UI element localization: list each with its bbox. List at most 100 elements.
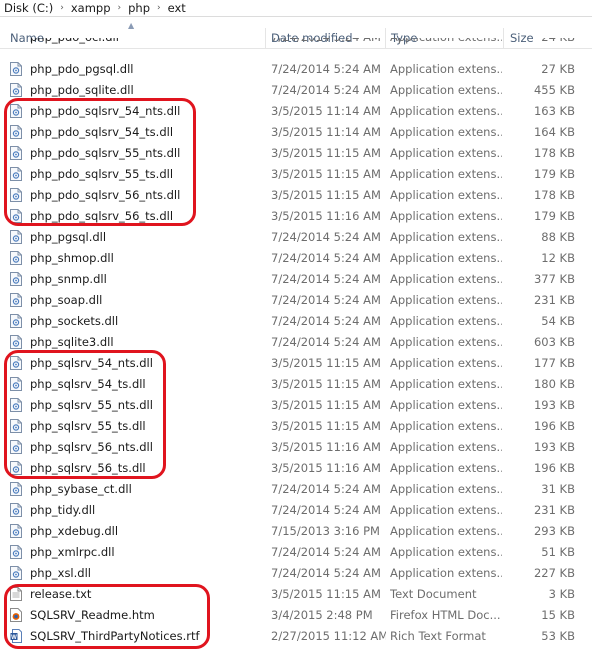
file-row[interactable]: php_sqlsrv_54_ts.dll 3/5/2015 11:15 AM App… xyxy=(0,374,592,395)
chevron-right-icon[interactable]: › xyxy=(55,3,69,13)
file-row[interactable]: php_xsl.dll 7/24/2014 5:24 AM Application … xyxy=(0,563,592,584)
file-date: 3/4/2015 2:48 PM xyxy=(271,608,373,622)
file-name: php_pdo_sqlsrv_54_nts.dll xyxy=(30,104,181,118)
dll-icon xyxy=(10,293,22,307)
file-type: Application extens... xyxy=(390,524,502,538)
file-row[interactable]: php_xmlrpc.dll 7/24/2014 5:24 AM Applicati… xyxy=(0,542,592,563)
file-type: Application extens... xyxy=(390,356,502,370)
file-type: Application extens... xyxy=(390,440,502,454)
file-name: php_pdo_sqlsrv_55_ts.dll xyxy=(30,167,174,181)
file-row[interactable]: php_sqlsrv_56_nts.dll 3/5/2015 11:16 AM Ap… xyxy=(0,437,592,458)
file-row[interactable]: php_pdo_sqlite.dll 7/24/2014 5:24 AM Appli… xyxy=(0,80,592,101)
file-type: Application extens... xyxy=(390,167,502,181)
file-row[interactable]: php_pdo_sqlsrv_56_nts.dll 3/5/2015 11:15 … xyxy=(0,185,592,206)
breadcrumb-disk[interactable]: Disk (C:) xyxy=(2,1,55,15)
breadcrumb-ext[interactable]: ext xyxy=(166,1,188,15)
file-type: Application extens... xyxy=(390,293,502,307)
file-date: 3/5/2015 11:16 AM xyxy=(271,461,381,475)
file-row[interactable]: php_sybase_ct.dll 7/24/2014 5:24 AM Applic… xyxy=(0,479,592,500)
file-type: Application extens... xyxy=(390,377,502,391)
dll-icon xyxy=(10,461,22,475)
file-date: 3/5/2015 11:16 AM xyxy=(271,209,381,223)
file-name: php_sockets.dll xyxy=(30,314,119,328)
dll-icon xyxy=(10,503,22,517)
file-row[interactable]: php_pdo_sqlsrv_54_nts.dll 3/5/2015 11:14 … xyxy=(0,101,592,122)
file-row[interactable]: php_pdo_sqlsrv_55_ts.dll 3/5/2015 11:15 A… xyxy=(0,164,592,185)
dll-icon xyxy=(10,62,22,76)
word-rtf-icon: W xyxy=(10,629,22,643)
file-size: 27 KB xyxy=(541,62,575,76)
file-row[interactable]: php_soap.dll 7/24/2014 5:24 AM Application… xyxy=(0,290,592,311)
file-name: php_sqlsrv_55_ts.dll xyxy=(30,419,146,433)
dll-icon xyxy=(10,314,22,328)
file-row[interactable]: php_sqlsrv_54_nts.dll 3/5/2015 11:15 AM Ap… xyxy=(0,353,592,374)
file-row[interactable]: php_pdo_pgsql.dll 7/24/2014 5:24 AM Applic… xyxy=(0,59,592,80)
file-row[interactable]: php_pdo_sqlsrv_55_nts.dll 3/5/2015 11:15 … xyxy=(0,143,592,164)
file-date: 3/5/2015 11:15 AM xyxy=(271,398,381,412)
file-name: SQLSRV_Readme.htm xyxy=(30,608,155,622)
file-row[interactable]: php_sqlsrv_56_ts.dll 3/5/2015 11:16 AM App… xyxy=(0,458,592,479)
file-row[interactable]: release.txt 3/5/2015 11:15 AM Text Documen… xyxy=(0,584,592,605)
chevron-right-icon[interactable]: › xyxy=(113,3,127,13)
file-date: 3/5/2015 11:15 AM xyxy=(271,356,381,370)
file-date: 7/24/2014 5:24 AM xyxy=(271,83,381,97)
file-name: php_xmlrpc.dll xyxy=(30,545,115,559)
file-row[interactable]: php_sockets.dll 7/24/2014 5:24 AM Applicat… xyxy=(0,311,592,332)
breadcrumb-php[interactable]: php xyxy=(126,1,152,15)
file-date: 3/5/2015 11:16 AM xyxy=(271,440,381,454)
file-type: Firefox HTML Doc... xyxy=(390,608,501,622)
file-size: 12 KB xyxy=(541,251,575,265)
file-date: 7/24/2014 5:24 AM xyxy=(271,230,381,244)
file-type: Application extens... xyxy=(390,125,502,139)
file-size: 227 KB xyxy=(533,566,575,580)
file-size: 53 KB xyxy=(541,629,575,643)
file-size: 15 KB xyxy=(541,608,575,622)
file-type: Application extens... xyxy=(390,251,502,265)
file-size: 603 KB xyxy=(533,335,575,349)
file-row[interactable]: php_pgsql.dll 7/24/2014 5:24 AM Applicatio… xyxy=(0,227,592,248)
file-type: Application extens... xyxy=(390,62,502,76)
breadcrumb-xampp[interactable]: xampp xyxy=(69,1,113,15)
file-date: 7/24/2014 5:24 AM xyxy=(271,482,381,496)
dll-icon xyxy=(10,356,22,370)
file-size: 51 KB xyxy=(541,545,575,559)
file-type: Application extens... xyxy=(390,503,502,517)
file-size: 88 KB xyxy=(541,230,575,244)
partial-file-row[interactable]: php_pdo_oci.dll 7/24/2014 5:24 AM Applic… xyxy=(0,38,592,48)
dll-icon xyxy=(10,524,22,538)
file-row[interactable]: php_sqlite3.dll 7/24/2014 5:24 AM Applicat… xyxy=(0,332,592,353)
file-name: php_sqlsrv_56_nts.dll xyxy=(30,440,153,454)
dll-icon xyxy=(10,230,22,244)
dll-icon xyxy=(10,440,22,454)
file-size: 164 KB xyxy=(533,125,575,139)
file-type: Application extens... xyxy=(390,272,502,286)
file-row[interactable]: php_xdebug.dll 7/15/2013 3:16 PM Applicati… xyxy=(0,521,592,542)
file-row[interactable]: php_pdo_sqlsrv_54_ts.dll 3/5/2015 11:14 A… xyxy=(0,122,592,143)
file-row[interactable]: W SQLSRV_ThirdPartyNotices.rtf 2/27/2015 1… xyxy=(0,626,592,647)
file-name: release.txt xyxy=(30,587,92,601)
file-date: 7/24/2014 5:24 AM xyxy=(271,251,381,265)
file-row[interactable]: php_snmp.dll 7/24/2014 5:24 AM Application… xyxy=(0,269,592,290)
file-row[interactable]: php_tidy.dll 7/24/2014 5:24 AM Application… xyxy=(0,500,592,521)
file-row[interactable]: php_pdo_sqlsrv_56_ts.dll 3/5/2015 11:16 A… xyxy=(0,206,592,227)
dll-icon xyxy=(10,482,22,496)
chevron-right-icon[interactable]: › xyxy=(152,3,166,13)
file-name: php_xdebug.dll xyxy=(30,524,119,538)
file-row[interactable]: php_sqlsrv_55_ts.dll 3/5/2015 11:15 AM App… xyxy=(0,416,592,437)
dll-icon xyxy=(10,419,22,433)
file-row[interactable]: php_shmop.dll 7/24/2014 5:24 AM Applicatio… xyxy=(0,248,592,269)
file-name: php_pgsql.dll xyxy=(30,230,107,244)
file-type: Application extens... xyxy=(390,461,502,475)
file-name: php_pdo_pgsql.dll xyxy=(30,62,134,76)
dll-icon xyxy=(10,188,22,202)
file-date: 7/24/2014 5:24 AM xyxy=(271,38,386,48)
file-size: 24 KB xyxy=(505,38,575,48)
file-name: php_sqlite3.dll xyxy=(30,335,114,349)
dll-icon xyxy=(10,146,22,160)
address-breadcrumb[interactable]: Disk (C:) › xampp › php › ext xyxy=(0,0,592,17)
file-row[interactable]: SQLSRV_Readme.htm 3/4/2015 2:48 PM Firefox… xyxy=(0,605,592,626)
file-date: 7/24/2014 5:24 AM xyxy=(271,314,381,328)
file-type: Application extens... xyxy=(390,314,502,328)
file-row[interactable]: php_sqlsrv_55_nts.dll 3/5/2015 11:15 AM Ap… xyxy=(0,395,592,416)
dll-icon xyxy=(10,125,22,139)
